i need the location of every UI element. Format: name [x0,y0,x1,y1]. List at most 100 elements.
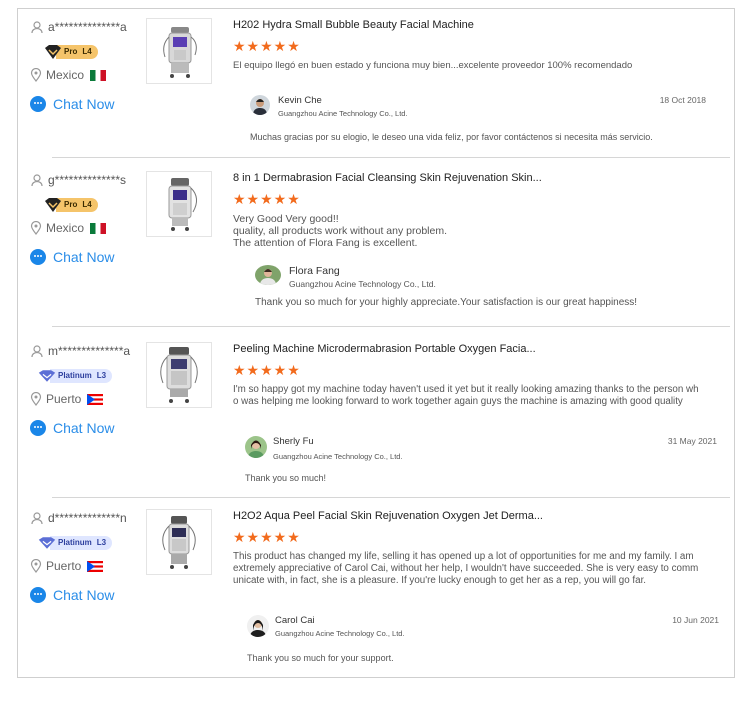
reviews-panel: a**************a Pro L4 Mexico Chat Now H… [17,8,735,678]
badge-name: Pro [64,47,78,56]
badge-pill: Pro L4 [56,45,98,59]
supplier-reply: Sherly Fu Guangzhou Acine Technology Co.… [233,436,723,486]
badge-level: L4 [82,200,92,209]
badge-pill: Platinum L3 [50,536,113,550]
badge-name: Platinum [58,371,92,380]
location-name: Mexico [46,68,85,82]
badge-level: L4 [82,47,92,56]
replier-name: Kevin Che [278,95,322,106]
divider [52,157,730,158]
chat-now-button[interactable]: Chat Now [30,96,142,112]
badge-level: L3 [96,538,107,547]
diamond-icon [38,370,56,382]
location-pin-icon [30,221,42,235]
product-title-link[interactable]: H2O2 Aqua Peel Facial Skin Rejuvenation … [233,509,723,523]
review-content: H2O2 Aqua Peel Facial Skin Rejuvenation … [233,509,723,587]
star-rating: ★★★★★ [233,529,301,545]
diamond-icon [45,45,61,59]
user-icon [31,345,43,358]
chat-icon [30,96,46,112]
chat-icon [30,420,46,436]
badge-pill: Platinum L3 [50,369,113,383]
review-item: m**************a Platinum L3 Puerto Chat … [30,342,730,498]
chat-now-label: Chat Now [53,96,115,112]
replier-name: Carol Cai [275,615,315,626]
review-content: H202 Hydra Small Bubble Beauty Facial Ma… [233,18,723,72]
divider [52,497,730,498]
product-thumbnail[interactable] [146,18,212,84]
reviewer-row: g**************s [30,171,142,189]
reviewer-row: a**************a [30,18,142,36]
supplier-reply: Kevin Che Guangzhou Acine Technology Co.… [233,95,723,145]
location-name: Puerto [46,559,82,573]
badge-name: Pro [64,200,78,209]
location-pin-icon [30,68,42,82]
reply-date: 18 Oct 2018 [659,95,706,105]
product-title-link[interactable]: H202 Hydra Small Bubble Beauty Facial Ma… [233,18,723,32]
diamond-icon [45,198,61,212]
beauty-machine-image [163,27,197,78]
reviewer-name: a**************a [48,20,127,34]
product-thumbnail[interactable] [146,171,212,237]
product-title-link[interactable]: 8 in 1 Dermabrasion Facial Cleansing Ski… [233,171,723,185]
review-text: I'm so happy got my machine today haven'… [233,384,699,407]
chat-now-button[interactable]: Chat Now [30,249,142,265]
replier-company: Guangzhou Acine Technology Co., Ltd. [289,279,436,289]
badge-pill: Pro L4 [56,198,98,212]
reviewer-info: m**************a Platinum L3 Puerto Chat … [30,342,142,436]
avatar [245,436,267,458]
location-pin-icon [30,392,42,406]
location-row: Mexico [30,66,142,84]
reviewer-row: m**************a [30,342,142,360]
avatar [247,615,269,637]
reviewer-row: d**************n [30,509,142,527]
star-rating: ★★★★★ [233,191,301,207]
product-thumbnail[interactable] [146,342,212,408]
reply-message: Thank you so much for your highly apprec… [255,297,638,308]
location-row: Mexico [30,219,142,237]
review-text: This product has changed my life, sellin… [233,551,699,586]
beauty-machine-image [160,347,198,403]
product-thumbnail[interactable] [146,509,212,575]
star-rating: ★★★★★ [233,362,301,378]
buyer-level-badge: Platinum L3 [38,535,142,551]
review-text: Very Good Very good!! quality, all produ… [233,213,447,249]
badge-name: Platinum [58,538,92,547]
reviewer-info: g**************s Pro L4 Mexico Chat Now [30,171,142,265]
review-content: Peeling Machine Microdermabrasion Portab… [233,342,723,408]
buyer-level-badge: Pro L4 [44,44,142,60]
puerto-rico-flag-icon [87,560,104,572]
review-content: 8 in 1 Dermabrasion Facial Cleansing Ski… [233,171,723,249]
location-name: Puerto [46,392,82,406]
reviewer-name: m**************a [48,344,131,358]
reviewer-info: d**************n Platinum L3 Puerto Chat … [30,509,142,603]
user-icon [31,21,43,34]
review-text: El equipo llegó en buen estado y funcion… [233,60,633,71]
mexico-flag-icon [90,69,107,81]
reply-message: Thank you so much for your support. [247,653,394,663]
location-pin-icon [30,559,42,573]
avatar [255,265,281,285]
reviewer-info: a**************a Pro L4 Mexico Chat Now [30,18,142,112]
mexico-flag-icon [90,222,107,234]
chat-now-button[interactable]: Chat Now [30,587,142,603]
avatar [250,95,270,115]
location-row: Puerto [30,390,142,408]
replier-name: Sherly Fu [273,436,314,447]
reply-message: Thank you so much! [245,473,327,483]
location-row: Puerto [30,557,142,575]
chat-now-label: Chat Now [53,249,115,265]
chat-now-label: Chat Now [53,420,115,436]
reviewer-name: g**************s [48,173,127,187]
product-title-link[interactable]: Peeling Machine Microdermabrasion Portab… [233,342,723,356]
user-icon [31,512,43,525]
diamond-icon [38,537,56,549]
buyer-level-badge: Platinum L3 [38,368,142,384]
reply-message: Muchas gracias por su elogio, le deseo u… [250,132,653,142]
chat-now-button[interactable]: Chat Now [30,420,142,436]
badge-level: L3 [96,371,107,380]
beauty-machine-image [162,516,196,569]
chat-icon [30,587,46,603]
replier-name: Flora Fang [289,265,340,277]
replier-company: Guangzhou Acine Technology Co., Ltd. [273,452,403,461]
